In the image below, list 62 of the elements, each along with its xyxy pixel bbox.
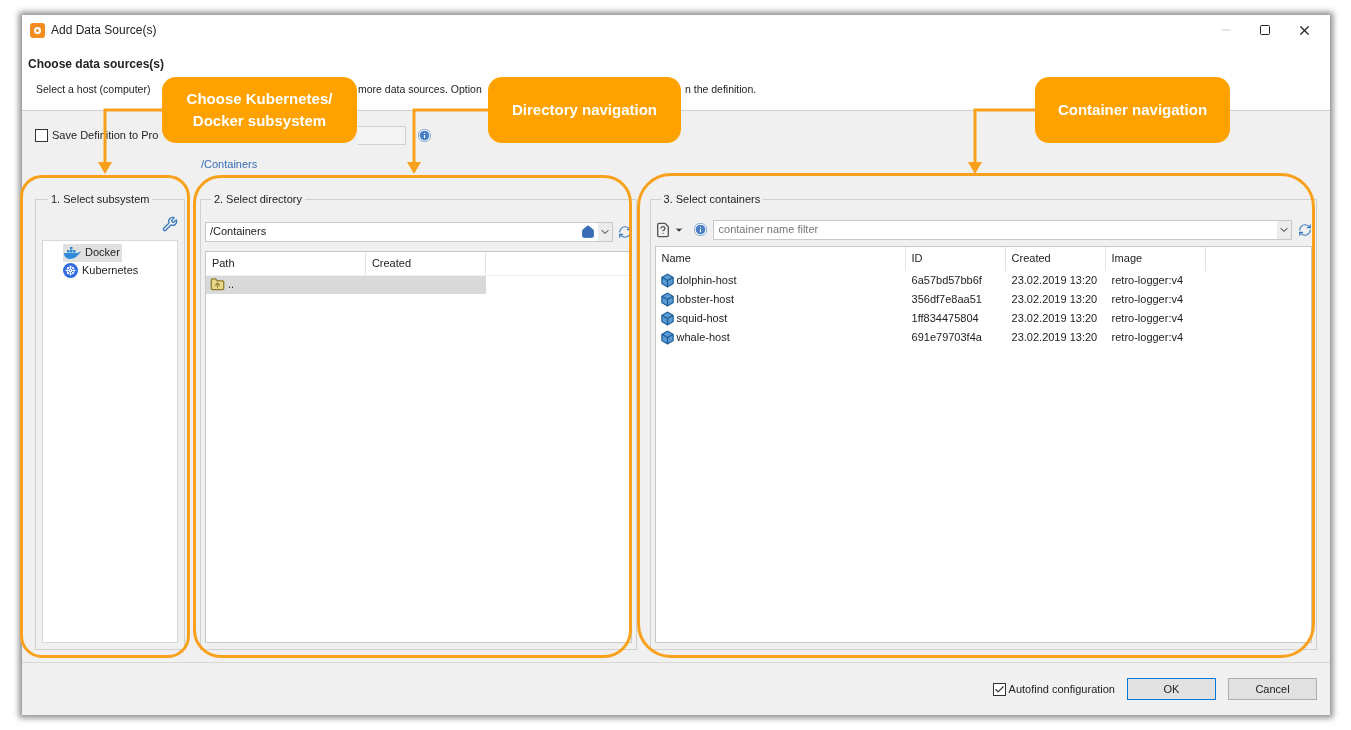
filter-combobox[interactable]: container name filter bbox=[712, 219, 1292, 240]
tree-item[interactable]: Docker bbox=[63, 243, 122, 262]
dialog-button[interactable]: Cancel bbox=[1228, 678, 1317, 700]
group-title: 1. Select subsystem bbox=[50, 192, 151, 207]
path-combobox[interactable]: /Containers bbox=[204, 221, 613, 242]
save-checkbox[interactable] bbox=[35, 128, 48, 142]
table-cell-text: retro-logger:v4 bbox=[1110, 272, 1185, 288]
description-text: n the definition. bbox=[685, 82, 758, 98]
arrow bbox=[968, 108, 1035, 174]
column-header[interactable]: Image bbox=[1105, 246, 1206, 271]
callout: Choose Kubernetes/ Docker subsystem bbox=[162, 77, 357, 143]
table-cell-text: retro-logger:v4 bbox=[1110, 291, 1185, 307]
document-icon bbox=[654, 221, 671, 238]
checkbox-label: Autofind configuration bbox=[1008, 681, 1115, 697]
cube-icon bbox=[659, 310, 675, 326]
table-cell-text: retro-logger:v4 bbox=[1110, 329, 1185, 345]
description-text: Select a host (computer) bbox=[36, 82, 152, 98]
description-text: more data sources. Option bbox=[358, 82, 483, 98]
table-cell-text: 356df7e8aa51 bbox=[910, 291, 983, 307]
column-header[interactable]: Name bbox=[655, 246, 906, 271]
table-cell: whale-host bbox=[655, 328, 906, 346]
dialog-button[interactable]: OK bbox=[1127, 678, 1216, 700]
table-cell-text: 6a57bd57bb6f bbox=[910, 272, 983, 288]
tree-item[interactable]: Kubernetes bbox=[63, 261, 141, 280]
page-heading: Choose data sources(s) bbox=[28, 56, 165, 73]
wrench-icon[interactable] bbox=[161, 215, 178, 232]
window-title: Add Data Source(s) bbox=[51, 22, 157, 39]
group-title: 3. Select containers bbox=[662, 192, 762, 207]
table-cell: lobster-host bbox=[655, 290, 906, 308]
table-cell-text: 23.02.2019 13:20 bbox=[1010, 291, 1099, 307]
callout: Container navigation bbox=[1035, 77, 1230, 143]
table-cell: squid-host bbox=[655, 309, 906, 327]
document-menu-button[interactable] bbox=[654, 221, 684, 238]
table-cell-text: 1ff834475804 bbox=[910, 310, 980, 326]
info-icon[interactable] bbox=[693, 223, 707, 236]
refresh-icon[interactable] bbox=[617, 224, 632, 239]
table-cell: dolphin-host bbox=[655, 271, 906, 289]
cube-icon bbox=[659, 329, 675, 345]
column-header[interactable]: Path bbox=[205, 251, 366, 275]
refresh-icon[interactable] bbox=[1298, 222, 1312, 237]
table-cell-text: retro-logger:v4 bbox=[1110, 310, 1185, 326]
column-header[interactable]: ID bbox=[905, 246, 1006, 271]
table-cell-text: 23.02.2019 13:20 bbox=[1010, 310, 1099, 326]
wheel-icon bbox=[63, 263, 78, 278]
autofind-checkbox[interactable] bbox=[992, 682, 1006, 696]
maximize-icon[interactable] bbox=[1259, 24, 1271, 36]
whale-icon bbox=[63, 246, 81, 259]
column-header[interactable]: Created bbox=[1005, 246, 1106, 271]
table-cell-text: 691e79703f4a bbox=[910, 329, 983, 345]
group-title: 2. Select directory bbox=[212, 192, 303, 207]
table-cell-text: 23.02.2019 13:20 bbox=[1010, 272, 1099, 288]
home-icon[interactable] bbox=[580, 224, 595, 239]
profile-field[interactable] bbox=[358, 125, 406, 145]
cube-icon bbox=[659, 272, 675, 288]
callout: Directory navigation bbox=[488, 77, 681, 143]
breadcrumb-link[interactable]: /Containers bbox=[201, 155, 258, 173]
cube-icon bbox=[659, 291, 675, 307]
table-cell-text: 23.02.2019 13:20 bbox=[1010, 329, 1099, 345]
app-icon bbox=[30, 22, 45, 38]
folder-up-icon bbox=[209, 277, 225, 292]
column-header[interactable]: Created bbox=[365, 251, 486, 275]
info-icon[interactable] bbox=[418, 128, 431, 142]
